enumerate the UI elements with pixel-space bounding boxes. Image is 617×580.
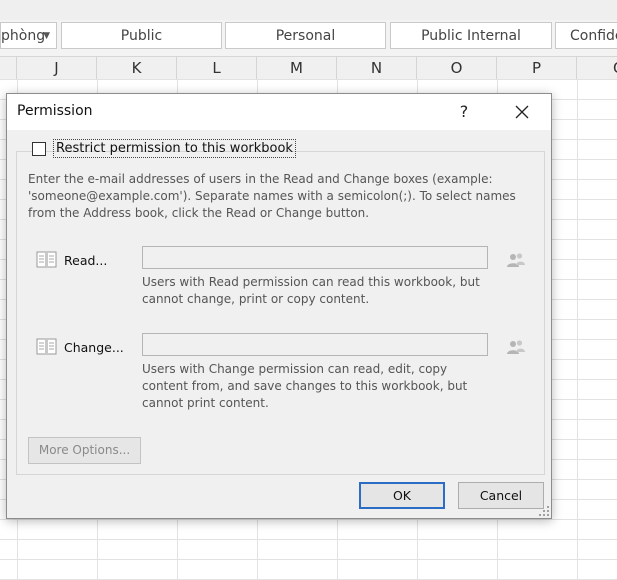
ribbon: phòng ▼ Public Personal Public Internal …	[0, 0, 617, 57]
more-options-button[interactable]: More Options...	[28, 437, 141, 464]
style-dropdown[interactable]: phòng ▼	[0, 22, 57, 49]
close-button[interactable]	[505, 97, 539, 127]
dialog-title: Permission	[17, 103, 93, 119]
style-personal[interactable]: Personal	[225, 22, 386, 49]
change-users-input[interactable]	[142, 333, 488, 356]
close-icon	[515, 105, 529, 119]
restrict-permission-checkbox[interactable]	[32, 142, 46, 156]
change-button[interactable]: Change...	[36, 335, 136, 361]
address-book-icon	[36, 338, 57, 355]
ok-button[interactable]: OK	[359, 482, 445, 509]
column-header-q[interactable]: Q	[577, 57, 617, 79]
read-button[interactable]: Read...	[36, 248, 136, 274]
instructions-text: Enter the e-mail addresses of users in t…	[28, 172, 516, 220]
style-dropdown-label: phòng	[1, 28, 46, 44]
column-header-n[interactable]: N	[337, 57, 417, 79]
restrict-permission-option[interactable]: Restrict permission to this workbook	[32, 139, 296, 159]
address-book-icon	[36, 251, 57, 268]
style-public-internal[interactable]: Public Internal	[390, 22, 552, 49]
read-users-input[interactable]	[142, 246, 488, 269]
chevron-down-icon: ▼	[43, 31, 50, 41]
restrict-permission-label[interactable]: Restrict permission to this workbook	[53, 139, 296, 158]
dialog-titlebar[interactable]: Permission ?	[7, 94, 551, 130]
column-header-l[interactable]: L	[177, 57, 257, 79]
style-public[interactable]: Public	[61, 22, 222, 49]
column-header-partial[interactable]	[0, 57, 17, 79]
people-icon[interactable]	[506, 252, 526, 268]
resize-grip-icon[interactable]	[538, 505, 550, 517]
cancel-button[interactable]: Cancel	[458, 482, 544, 509]
read-button-label: Read...	[64, 253, 108, 268]
style-confidential[interactable]: Confide	[555, 22, 617, 49]
column-header-m[interactable]: M	[257, 57, 337, 79]
column-header-j[interactable]: J	[17, 57, 97, 79]
change-permission-description: Users with Change permission can read, e…	[142, 362, 468, 410]
permission-dialog: Permission ? Restrict permission to this…	[6, 93, 552, 519]
ribbon-top-strip	[0, 0, 617, 20]
read-permission-description: Users with Read permission can read this…	[142, 275, 480, 306]
help-button[interactable]: ?	[447, 97, 481, 127]
change-button-label: Change...	[64, 340, 124, 355]
column-headers: J K L M N O P Q	[0, 57, 617, 80]
column-header-o[interactable]: O	[417, 57, 497, 79]
people-icon[interactable]	[506, 339, 526, 355]
column-header-p[interactable]: P	[497, 57, 577, 79]
column-header-k[interactable]: K	[97, 57, 177, 79]
